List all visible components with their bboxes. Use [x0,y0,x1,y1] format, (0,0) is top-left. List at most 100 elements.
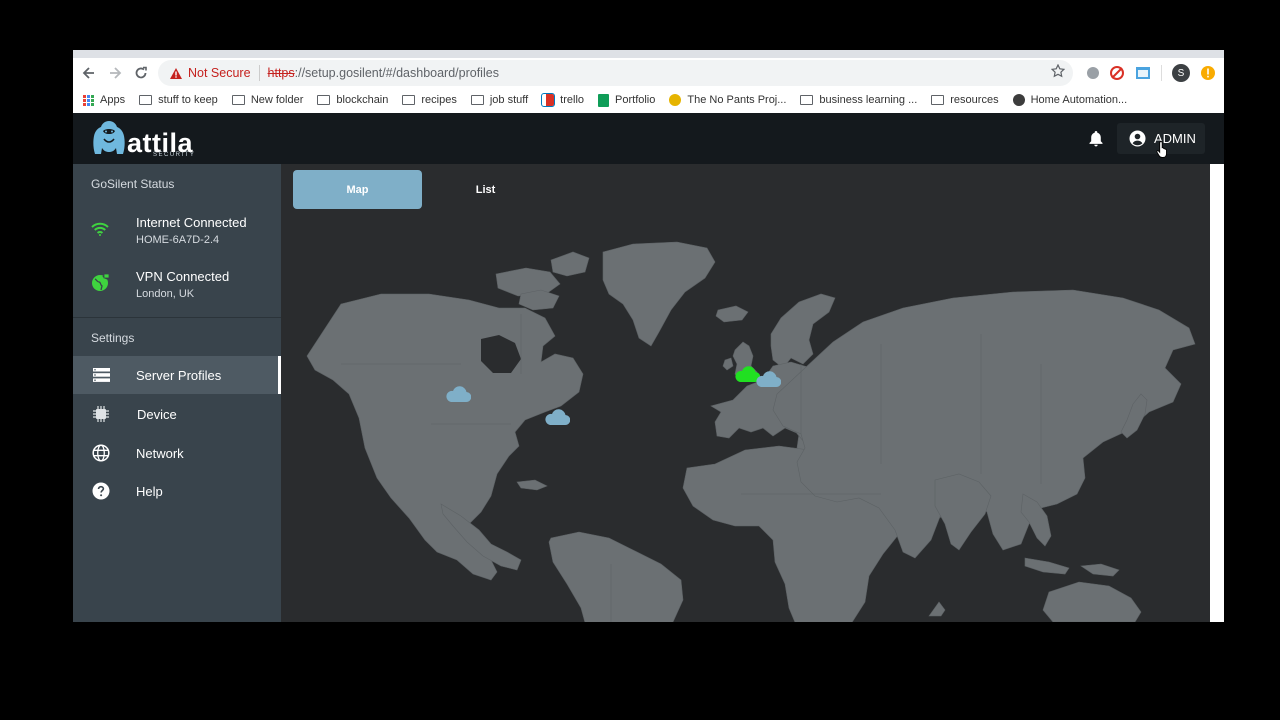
bookmarks-bar: Apps stuff to keep New folder blockchain rec… [73,88,1224,112]
bookmark-label: resources [950,94,999,106]
help-label: Help [136,483,163,499]
url-text: ://setup.gosilent/#/dashboard/profiles [294,66,499,80]
tab-list-label: List [475,183,496,196]
sidebar-item-network[interactable]: Network [73,434,281,472]
bookmark-label: Apps [100,94,126,106]
bookmark-item[interactable]: resources [931,94,999,106]
reload-icon [135,66,147,79]
bookmark-item[interactable]: trello [541,93,585,107]
folder-icon [139,95,153,105]
bookmark-item[interactable]: blockchain [317,94,388,106]
hand-cursor-icon [1156,141,1167,158]
world-map[interactable] [281,164,1210,622]
bookmark-label: business learning ... [819,94,918,106]
device-label: Device [137,406,177,422]
bookmark-item[interactable]: Home Automation... [1012,94,1128,106]
folder-icon [231,95,245,105]
extension-circle-icon[interactable] [1087,67,1099,79]
extension-noscript-icon[interactable] [1109,65,1125,81]
address-row: Not Secure https://setup.gosilent/#/dash… [73,58,1224,88]
main-panel: Map List [281,164,1210,622]
settings-heading: Settings [91,331,135,345]
bookmark-item[interactable]: stuff to keep [139,94,218,106]
folder-icon [470,95,484,105]
site-icon [669,94,682,106]
forward-arrow-icon [110,67,122,79]
bookmark-item[interactable]: Apps [83,94,125,106]
gosilent-app: attila SECURITY ADMIN GoSilent Status In… [73,113,1224,622]
bookmark-label: Portfolio [615,94,656,106]
warning-icon [170,67,182,79]
page-scrollbar[interactable] [1210,164,1224,622]
tab-strip [73,50,1224,58]
internet-status-network: HOME-6A7D-2.4 [136,234,220,246]
bookmark-star-icon[interactable] [1051,64,1065,78]
site-icon [1012,94,1025,106]
notifications-bell-icon[interactable] [1088,130,1104,147]
help-icon [92,482,110,500]
sidebar: GoSilent Status Internet Connected HOME-… [73,164,281,622]
sheets-icon [598,93,610,107]
bookmark-label: stuff to keep [158,94,218,106]
app-header: attila SECURITY ADMIN [73,113,1224,164]
bookmark-item[interactable]: Portfolio [598,93,656,107]
bookmark-label: The No Pants Proj... [687,94,787,106]
profile-avatar[interactable]: S [1172,64,1190,82]
folder-icon [800,95,814,105]
server-cloud-us-west[interactable] [445,386,471,403]
trello-icon [541,93,556,107]
toolbar-divider [1161,65,1162,81]
server-cloud-us-east[interactable] [544,409,570,426]
tab-list[interactable]: List [421,170,550,209]
status-heading: GoSilent Status [91,177,175,191]
folder-icon [931,95,945,105]
sidebar-item-device[interactable]: Device [73,395,281,433]
attila-logo[interactable]: attila SECURITY [91,119,196,158]
browser-chrome: Not Secure https://setup.gosilent/#/dash… [73,50,1224,113]
bookmark-label: recipes [421,94,457,106]
vpn-status-location: London, UK [136,288,195,300]
vpn-status: VPN Connected London, UK [73,259,281,313]
forward-button[interactable] [102,60,128,86]
folder-icon [402,95,416,105]
internet-status-title: Internet Connected [136,215,247,230]
apps-grid-icon [83,94,94,106]
bookmark-label: trello [560,94,585,106]
tab-map-label: Map [346,183,369,196]
internet-status: Internet Connected HOME-6A7D-2.4 [73,204,281,258]
server-cloud-europe[interactable] [755,371,781,388]
screen: Not Secure https://setup.gosilent/#/dash… [0,0,1280,720]
address-bar[interactable]: Not Secure https://setup.gosilent/#/dash… [158,60,1073,86]
bookmark-item[interactable]: recipes [402,94,457,106]
bookmark-item[interactable]: New folder [231,94,304,106]
bookmark-label: Home Automation... [1030,94,1128,106]
url-scheme: https [267,66,295,80]
account-circle-icon [1129,130,1146,147]
network-label: Network [136,445,184,461]
back-button[interactable] [76,60,102,86]
sidebar-item-server-profiles[interactable]: Server Profiles [73,356,281,394]
extension-icons: S [1087,60,1216,86]
globe-icon [92,444,110,462]
vpn-status-title: VPN Connected [136,269,230,284]
logo-subtext: SECURITY [153,152,196,158]
bookmark-item[interactable]: business learning ... [800,94,917,106]
extension-window-icon[interactable] [1135,65,1151,81]
bookmark-item[interactable]: The No Pants Proj... [669,94,786,106]
wifi-icon [91,222,109,236]
folder-icon [317,95,331,105]
bookmark-label: New folder [250,94,304,106]
sidebar-item-help[interactable]: Help [73,472,281,510]
sidebar-divider [73,317,281,318]
security-label: Not Secure [188,66,251,80]
chip-icon [92,405,110,423]
vpn-globe-icon [92,273,110,291]
tab-map[interactable]: Map [293,170,422,209]
reload-button[interactable] [128,60,154,86]
bookmark-label: blockchain [336,94,389,106]
bookmark-item[interactable]: job stuff [470,94,528,106]
server-list-icon [92,366,110,384]
back-arrow-icon [82,67,94,79]
gorilla-logo-icon [93,121,125,154]
update-alert-icon[interactable] [1200,65,1216,81]
